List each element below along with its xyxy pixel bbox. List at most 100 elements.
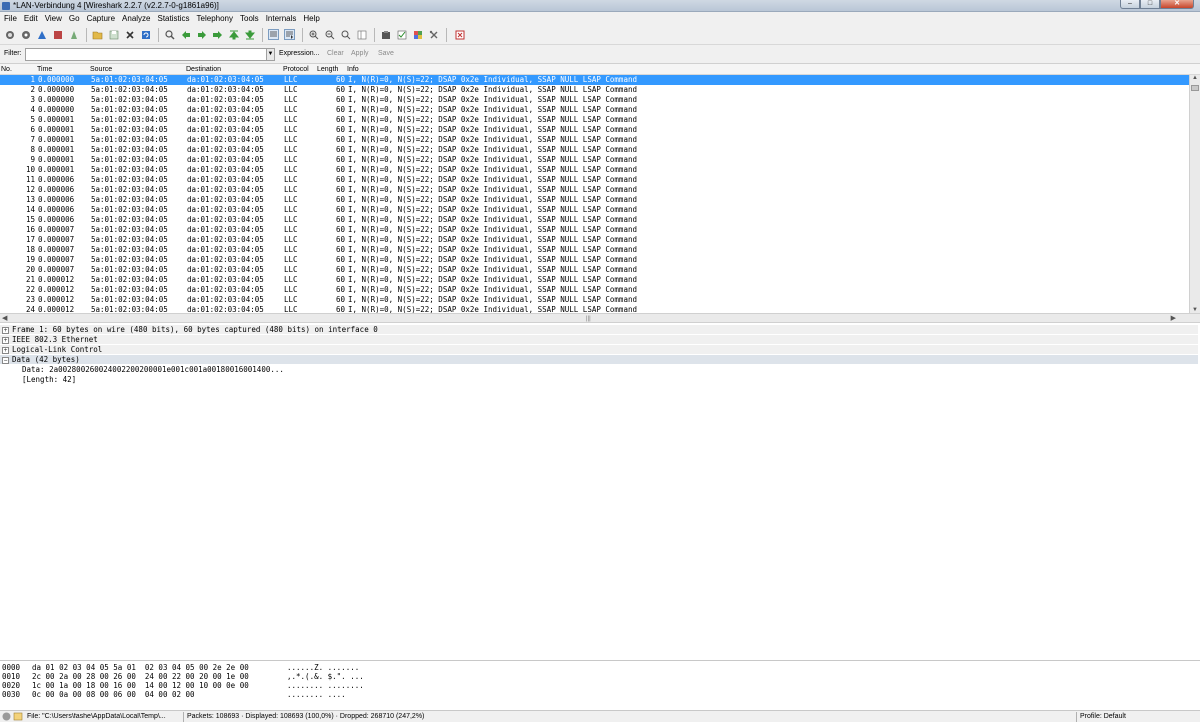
go-to-packet-icon[interactable] bbox=[212, 29, 223, 40]
collapse-icon[interactable]: − bbox=[2, 357, 9, 364]
menu-edit[interactable]: Edit bbox=[24, 12, 38, 25]
save-filter-button[interactable]: Save bbox=[378, 50, 394, 57]
go-forward-icon[interactable] bbox=[196, 29, 207, 40]
scroll-grip-icon[interactable]: ||| bbox=[586, 315, 591, 323]
packet-row[interactable]: 11 0.000006 5a:01:02:03:04:05 da:01:02:03:0… bbox=[0, 175, 1189, 185]
stop-capture-icon[interactable] bbox=[52, 29, 63, 40]
go-first-packet-icon[interactable] bbox=[228, 29, 239, 40]
packet-list-horizontal-scrollbar[interactable]: ◀ ||| ▶ bbox=[0, 313, 1200, 323]
find-packet-icon[interactable] bbox=[164, 29, 175, 40]
menu-capture[interactable]: Capture bbox=[87, 12, 115, 25]
column-header-no[interactable]: No. bbox=[1, 66, 12, 73]
packet-row[interactable]: 7 0.000001 5a:01:02:03:04:05 da:01:02:03:04… bbox=[0, 135, 1189, 145]
column-header-destination[interactable]: Destination bbox=[186, 66, 221, 73]
zoom-in-icon[interactable] bbox=[308, 29, 319, 40]
data-value-item[interactable]: Data: 2a002800260024002200200001e001c001… bbox=[0, 365, 1200, 375]
packet-row[interactable]: 19 0.000007 5a:01:02:03:04:05 da:01:02:03:0… bbox=[0, 255, 1189, 265]
packet-row[interactable]: 22 0.000012 5a:01:02:03:04:05 da:01:02:03:0… bbox=[0, 285, 1189, 295]
expand-icon[interactable]: + bbox=[2, 347, 9, 354]
display-filter-input[interactable] bbox=[25, 48, 267, 61]
interfaces-icon[interactable] bbox=[4, 29, 15, 40]
menu-help[interactable]: Help bbox=[303, 12, 319, 25]
filter-dropdown-button[interactable]: ▼ bbox=[266, 48, 275, 61]
coloring-rules-icon[interactable] bbox=[412, 29, 423, 40]
bytes-row[interactable]: 0030 0c 00 0a 00 08 00 06 00 04 00 02 00… bbox=[0, 690, 1200, 699]
menu-analyze[interactable]: Analyze bbox=[122, 12, 150, 25]
minimize-button[interactable]: – bbox=[1120, 0, 1140, 9]
packet-row[interactable]: 9 0.000001 5a:01:02:03:04:05 da:01:02:03:04… bbox=[0, 155, 1189, 165]
packet-row[interactable]: 12 0.000006 5a:01:02:03:04:05 da:01:02:03:0… bbox=[0, 185, 1189, 195]
menu-telephony[interactable]: Telephony bbox=[197, 12, 233, 25]
packet-row[interactable]: 6 0.000001 5a:01:02:03:04:05 da:01:02:03:04… bbox=[0, 125, 1189, 135]
packet-row[interactable]: 13 0.000006 5a:01:02:03:04:05 da:01:02:03:0… bbox=[0, 195, 1189, 205]
go-last-packet-icon[interactable] bbox=[244, 29, 255, 40]
capture-comment-icon[interactable] bbox=[13, 712, 23, 722]
expand-icon[interactable]: + bbox=[2, 337, 9, 344]
capture-filters-icon[interactable] bbox=[380, 29, 391, 40]
close-file-icon[interactable] bbox=[124, 29, 135, 40]
menu-internals[interactable]: Internals bbox=[266, 12, 297, 25]
bytes-row[interactable]: 0020 1c 00 1a 00 18 00 16 00 14 00 12 00… bbox=[0, 681, 1200, 690]
packet-row[interactable]: 15 0.000006 5a:01:02:03:04:05 da:01:02:03:0… bbox=[0, 215, 1189, 225]
packet-row[interactable]: 16 0.000007 5a:01:02:03:04:05 da:01:02:03:0… bbox=[0, 225, 1189, 235]
packet-row[interactable]: 24 0.000012 5a:01:02:03:04:05 da:01:02:03:0… bbox=[0, 305, 1189, 313]
column-header-source[interactable]: Source bbox=[90, 66, 112, 73]
packet-row[interactable]: 1 0.000000 5a:01:02:03:04:05 da:01:02:03:04… bbox=[0, 75, 1189, 85]
normal-size-icon[interactable] bbox=[340, 29, 351, 40]
save-file-icon[interactable] bbox=[108, 29, 119, 40]
scroll-right-icon[interactable]: ▶ bbox=[1171, 314, 1176, 323]
close-button[interactable]: ✕ bbox=[1160, 0, 1194, 9]
maximize-button[interactable]: □ bbox=[1140, 0, 1160, 9]
menu-file[interactable]: File bbox=[4, 12, 17, 25]
go-back-icon[interactable] bbox=[180, 29, 191, 40]
packet-row[interactable]: 17 0.000007 5a:01:02:03:04:05 da:01:02:03:0… bbox=[0, 235, 1189, 245]
resize-columns-icon[interactable] bbox=[356, 29, 367, 40]
display-filters-icon[interactable] bbox=[396, 29, 407, 40]
data-tree-item[interactable]: − Data (42 bytes) bbox=[0, 355, 1198, 365]
packet-row[interactable]: 2 0.000000 5a:01:02:03:04:05 da:01:02:03:04… bbox=[0, 85, 1189, 95]
packet-list-vertical-scrollbar[interactable]: ▲ ▼ bbox=[1189, 75, 1200, 313]
menu-go[interactable]: Go bbox=[69, 12, 80, 25]
bytes-row[interactable]: 0000 da 01 02 03 04 05 5a 01 02 03 04 05… bbox=[0, 663, 1200, 672]
apply-button[interactable]: Apply bbox=[351, 50, 369, 57]
auto-scroll-icon[interactable] bbox=[284, 29, 295, 40]
scroll-thumb[interactable] bbox=[1191, 85, 1199, 91]
bytes-row[interactable]: 0010 2c 00 2a 00 28 00 26 00 24 00 22 00… bbox=[0, 672, 1200, 681]
column-header-time[interactable]: Time bbox=[37, 66, 52, 73]
menu-tools[interactable]: Tools bbox=[240, 12, 259, 25]
column-header-info[interactable]: Info bbox=[347, 66, 359, 73]
llc-tree-item[interactable]: + Logical-Link Control bbox=[0, 345, 1198, 355]
clear-button[interactable]: Clear bbox=[327, 50, 344, 57]
profile-indicator[interactable]: Profile: Default bbox=[1080, 713, 1126, 720]
reload-icon[interactable] bbox=[140, 29, 151, 40]
frame-tree-item[interactable]: + Frame 1: 60 bytes on wire (480 bits), … bbox=[0, 325, 1198, 335]
colorize-icon[interactable] bbox=[268, 29, 279, 40]
packet-row[interactable]: 5 0.000001 5a:01:02:03:04:05 da:01:02:03:04… bbox=[0, 115, 1189, 125]
packet-row[interactable]: 20 0.000007 5a:01:02:03:04:05 da:01:02:03:0… bbox=[0, 265, 1189, 275]
ethernet-tree-item[interactable]: + IEEE 802.3 Ethernet bbox=[0, 335, 1198, 345]
data-length-item[interactable]: [Length: 42] bbox=[0, 375, 1200, 385]
options-icon[interactable] bbox=[20, 29, 31, 40]
packet-row[interactable]: 21 0.000012 5a:01:02:03:04:05 da:01:02:03:0… bbox=[0, 275, 1189, 285]
expand-icon[interactable]: + bbox=[2, 327, 9, 334]
scroll-left-icon[interactable]: ◀ bbox=[2, 314, 7, 323]
start-capture-icon[interactable] bbox=[36, 29, 47, 40]
column-header-protocol[interactable]: Protocol bbox=[283, 66, 309, 73]
open-file-icon[interactable] bbox=[92, 29, 103, 40]
column-header-length[interactable]: Length bbox=[317, 66, 338, 73]
scroll-up-icon[interactable]: ▲ bbox=[1192, 75, 1198, 81]
packet-row[interactable]: 18 0.000007 5a:01:02:03:04:05 da:01:02:03:0… bbox=[0, 245, 1189, 255]
packet-row[interactable]: 10 0.000001 5a:01:02:03:04:05 da:01:02:03:0… bbox=[0, 165, 1189, 175]
preferences-icon[interactable] bbox=[428, 29, 439, 40]
restart-capture-icon[interactable] bbox=[68, 29, 79, 40]
packet-row[interactable]: 4 0.000000 5a:01:02:03:04:05 da:01:02:03:04… bbox=[0, 105, 1189, 115]
expert-info-icon[interactable] bbox=[2, 712, 11, 722]
packet-row[interactable]: 23 0.000012 5a:01:02:03:04:05 da:01:02:03:0… bbox=[0, 295, 1189, 305]
menu-statistics[interactable]: Statistics bbox=[158, 12, 190, 25]
packet-row[interactable]: 8 0.000001 5a:01:02:03:04:05 da:01:02:03:04… bbox=[0, 145, 1189, 155]
packet-row[interactable]: 14 0.000006 5a:01:02:03:04:05 da:01:02:03:0… bbox=[0, 205, 1189, 215]
help-icon[interactable] bbox=[454, 29, 465, 40]
packet-row[interactable]: 3 0.000000 5a:01:02:03:04:05 da:01:02:03:04… bbox=[0, 95, 1189, 105]
expression-button[interactable]: Expression... bbox=[279, 50, 319, 57]
zoom-out-icon[interactable] bbox=[324, 29, 335, 40]
